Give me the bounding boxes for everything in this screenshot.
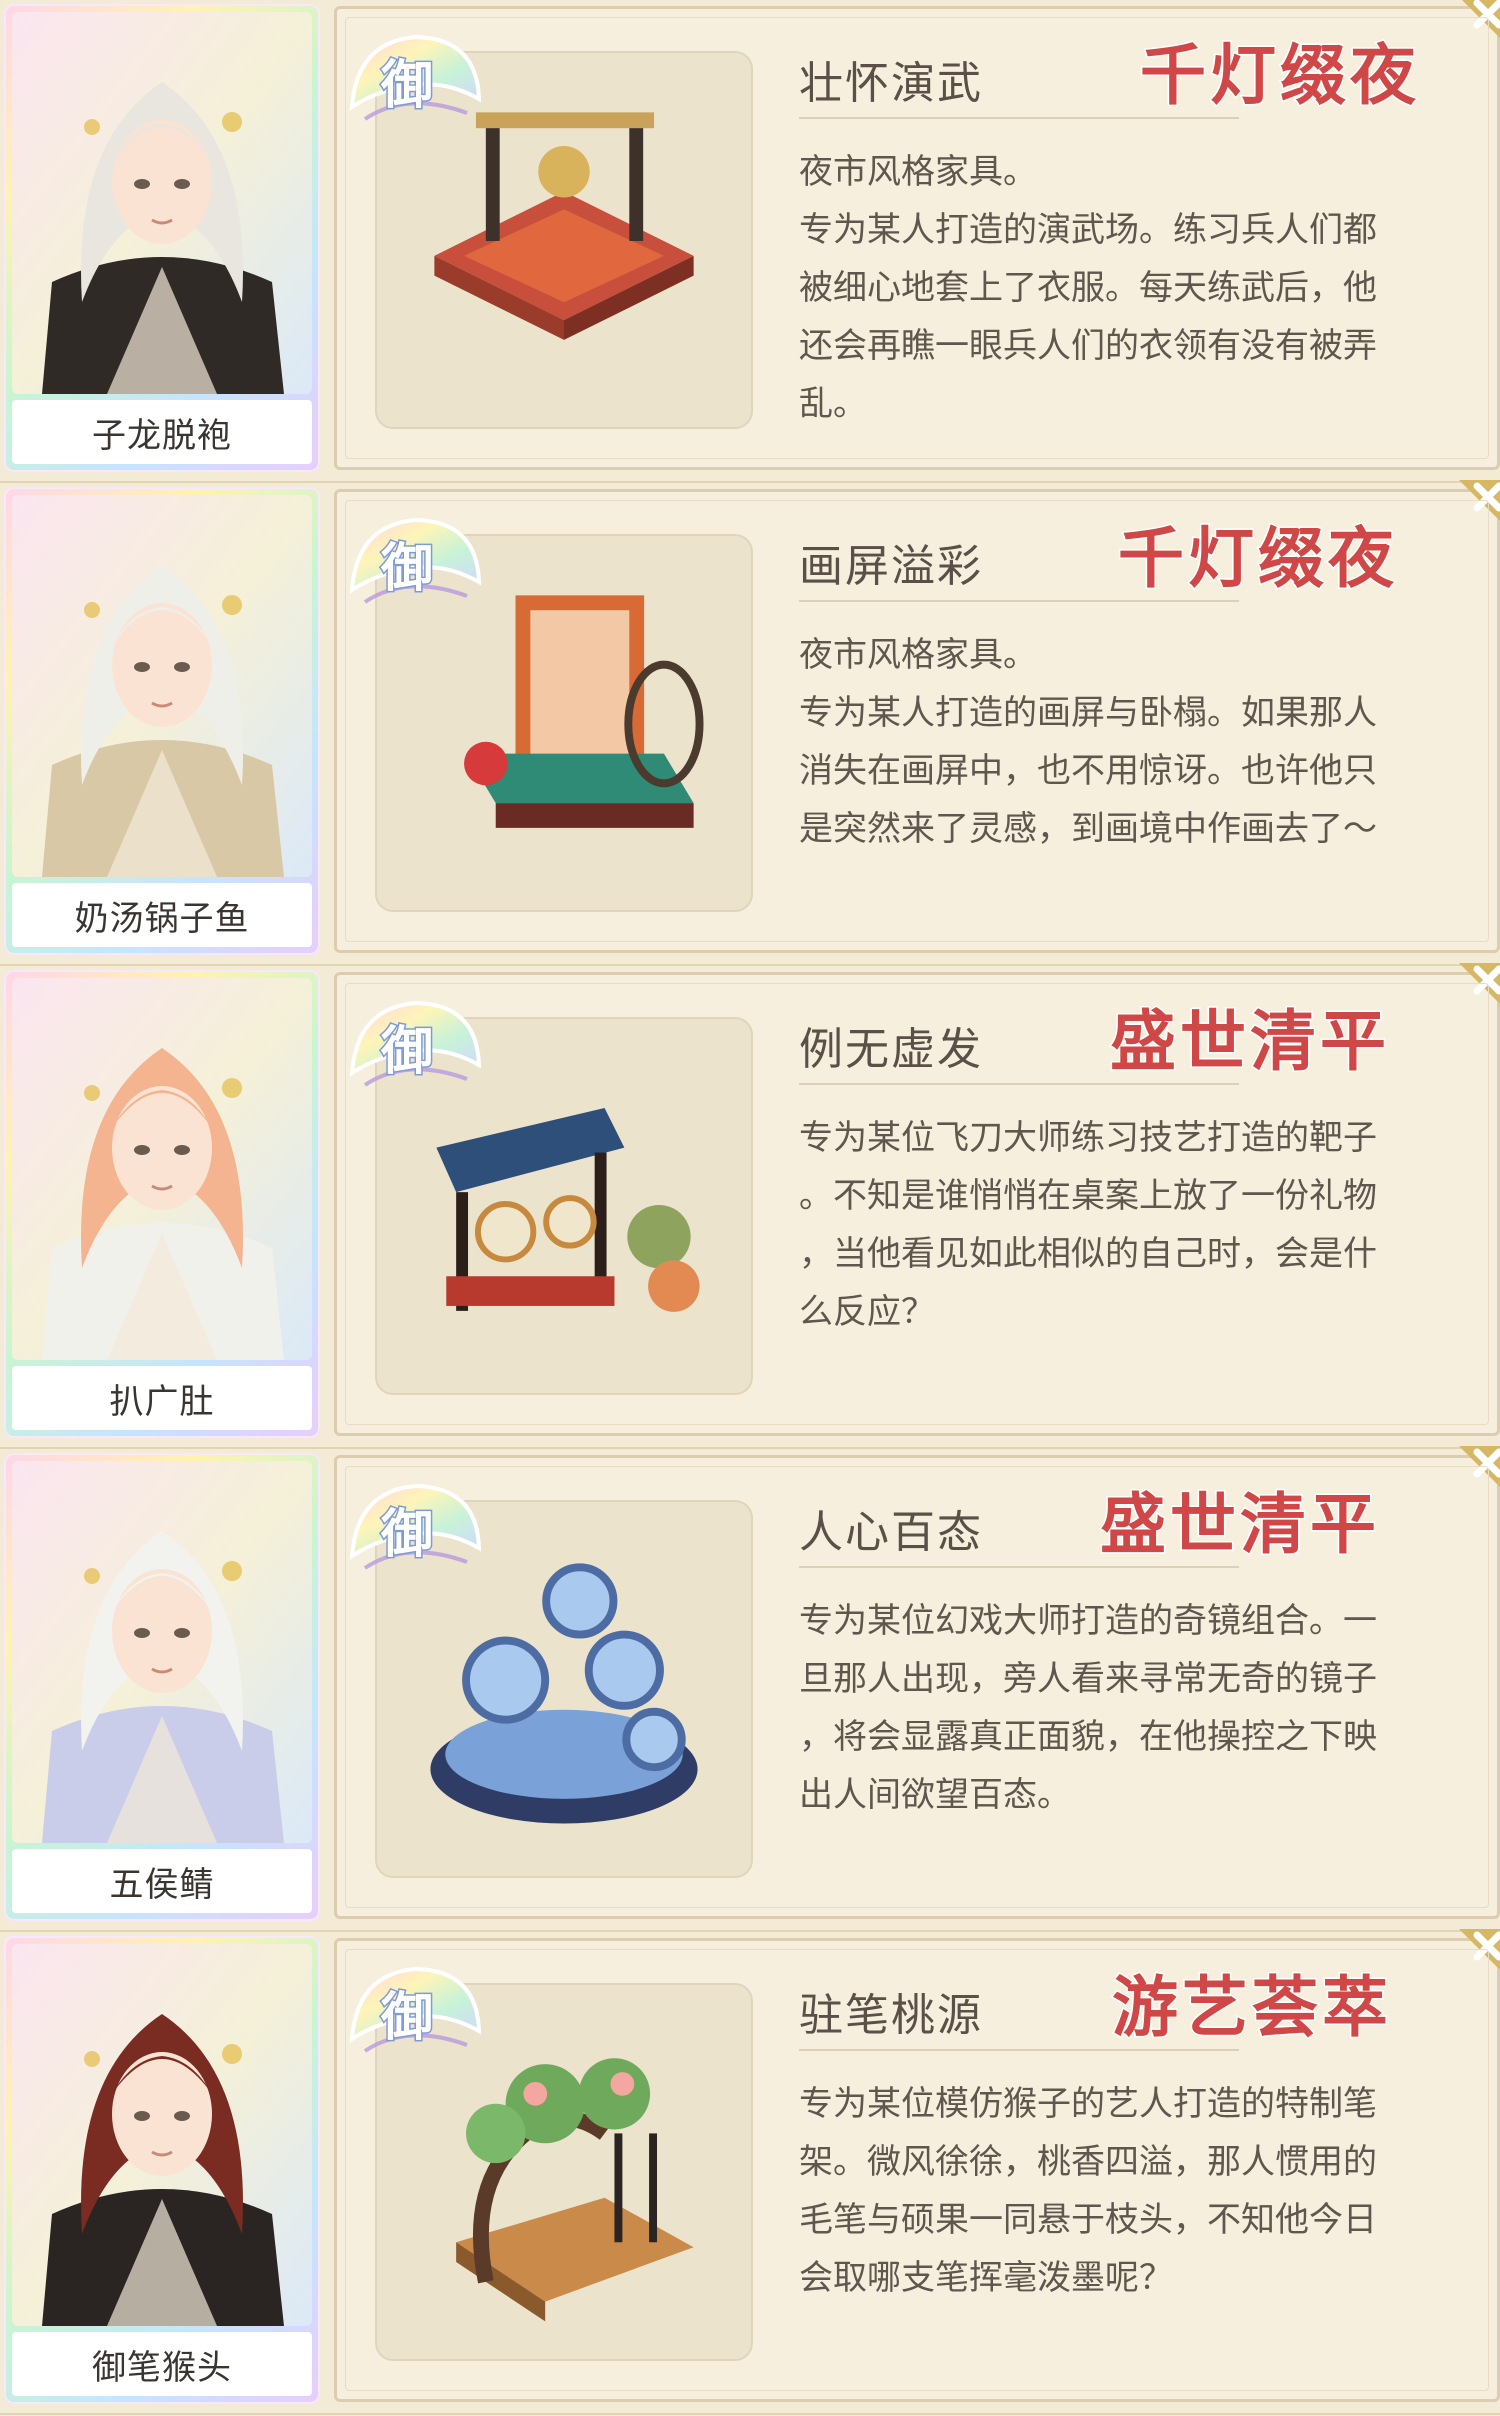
item-description-line: 旦那人出现，旁人看来寻常无奇的镜子 [799,1659,1377,1699]
item-description-line: 么反应？ [799,1292,935,1332]
item-description-line: ，将会显露真正面貌，在他操控之下映 [799,1717,1377,1757]
series-tag: 游艺荟萃 [1111,1968,1392,2048]
item-description-line: 专为某人打造的演武场。练习兵人们都 [799,210,1377,250]
close-x-icon[interactable] [1429,0,1500,65]
item-description-line: 专为某位飞刀大师练习技艺打造的靶子 [799,1118,1377,1158]
character-portrait [12,495,312,877]
item-description-line: 乱。 [799,384,867,424]
furniture-description: 专为某位飞刀大师练习技艺打造的靶子 。不知是谁悄悄在桌案上放了一份礼物 ，当他看见如… [799,1109,1449,1341]
item-description-line: 夜市风格家具。 [799,152,1037,192]
item-description-line: 是突然来了灵感，到画境中作画去了～ [799,809,1377,849]
close-x-icon[interactable] [1429,961,1500,1031]
item-description-line: 专为某位模仿猴子的艺人打造的特制笔 [799,2084,1377,2124]
item-description-line: 会取哪支笔挥毫泼墨呢？ [799,2258,1173,2298]
item-description-line: 被细心地套上了衣服。每天练武后，他 [799,268,1377,308]
character-name: 扒广肚 [12,1366,312,1430]
item-description-line: 消失在画屏中，也不用惊讶。也许他只 [799,751,1377,791]
character-card[interactable]: 五侯鲭 [4,1453,320,1921]
furniture-description: 夜市风格家具。专为某人打造的画屏与卧榻。如果那人 消失在画屏中，也不用惊讶。也许他… [799,626,1449,858]
series-tag: 盛世清平 [1109,1002,1390,1082]
character-name: 五侯鲭 [12,1849,312,1913]
item-description-line: 出人间欲望百态。 [799,1775,1071,1815]
character-card[interactable]: 御笔猴头 [4,1936,320,2404]
close-x-icon[interactable] [1429,478,1500,548]
furniture-description: 专为某位幻戏大师打造的奇镜组合。一 旦那人出现，旁人看来寻常无奇的镜子 ，将会显露真… [799,1592,1449,1824]
character-portrait [12,1461,312,1843]
character-portrait [12,12,312,394]
character-card[interactable]: 扒广肚 [4,970,320,1438]
item-description-line: 架。微风徐徐，桃香四溢，那人惯用的 [799,2142,1377,2182]
series-tag: 千灯缀夜 [1117,519,1398,599]
character-card[interactable]: 奶汤锅子鱼 [4,487,320,955]
furniture-collection-list: 子龙脱袍 御 壮怀演武 夜市风格家具。 专为某人打造的演武场。练习兵人们都 被细心地… [0,0,1500,2416]
character-portrait [12,1944,312,2326]
character-name: 奶汤锅子鱼 [12,883,312,947]
item-description-line: ，当他看见如此相似的自己时，会是什 [799,1234,1377,1274]
item-description-line: 专为某位幻戏大师打造的奇镜组合。一 [799,1601,1377,1641]
close-x-icon[interactable] [1429,1927,1500,1997]
yu-fan-badge-icon: 御 [337,512,487,632]
yu-fan-badge-icon: 御 [337,995,487,1115]
item-description-line: 。不知是谁悄悄在桌案上放了一份礼物 [799,1176,1377,1216]
badge-label: 御 [379,1503,434,1567]
furniture-description: 专为某位模仿猴子的艺人打造的特制笔 架。微风徐徐，桃香四溢，那人惯用的 毛笔与硕果一… [799,2075,1449,2307]
collection-row[interactable]: 御笔猴头 御 驻笔桃源 专为某位模仿猴子的艺人打造的特制笔 架。微风徐徐，桃香四溢… [0,1929,1500,2415]
badge-label: 御 [379,1986,434,2050]
yu-fan-badge-icon: 御 [337,1961,487,2081]
furniture-name: 例无虚发 [799,1024,983,1075]
character-name: 御笔猴头 [12,2332,312,2396]
item-description-line: 专为某人打造的画屏与卧榻。如果那人 [799,693,1377,733]
badge-label: 御 [379,537,434,601]
item-description-line: 夜市风格家具。 [799,635,1037,675]
furniture-name: 壮怀演武 [799,58,983,109]
series-tag: 千灯缀夜 [1139,36,1420,116]
character-portrait [12,978,312,1360]
collection-row[interactable]: 五侯鲭 御 人心百态 专为某位幻戏大师打造的奇镜组合。一 旦那人出现，旁人看来寻常… [0,1446,1500,1932]
collection-row[interactable]: 奶汤锅子鱼 御 画屏溢彩 夜市风格家具。专为某人打造的画屏与卧榻。如果那人 消失在… [0,480,1500,966]
furniture-name: 画屏溢彩 [799,541,983,592]
character-name: 子龙脱袍 [12,400,312,464]
item-description-line: 还会再瞧一眼兵人们的衣领有没有被弄 [799,326,1377,366]
character-card[interactable]: 子龙脱袍 [4,4,320,472]
furniture-name: 驻笔桃源 [799,1990,983,2041]
series-tag: 盛世清平 [1099,1485,1380,1565]
collection-row[interactable]: 扒广肚 御 例无虚发 专为某位飞刀大师练习技艺打造的靶子 。不知是谁悄悄在桌案上放… [0,963,1500,1449]
badge-label: 御 [379,1020,434,1084]
collection-row[interactable]: 子龙脱袍 御 壮怀演武 夜市风格家具。专为某人打造的演武场。练习兵人们都 被细心地… [0,0,1500,483]
furniture-description: 夜市风格家具。专为某人打造的演武场。练习兵人们都 被细心地套上了衣服。每天练武后，… [799,143,1449,433]
badge-label: 御 [379,54,434,118]
item-description-line: 毛笔与硕果一同悬于枝头，不知他今日 [799,2200,1377,2240]
furniture-name: 人心百态 [799,1507,983,1558]
close-x-icon[interactable] [1429,1444,1500,1514]
yu-fan-badge-icon: 御 [337,1478,487,1598]
yu-fan-badge-icon: 御 [337,29,487,149]
